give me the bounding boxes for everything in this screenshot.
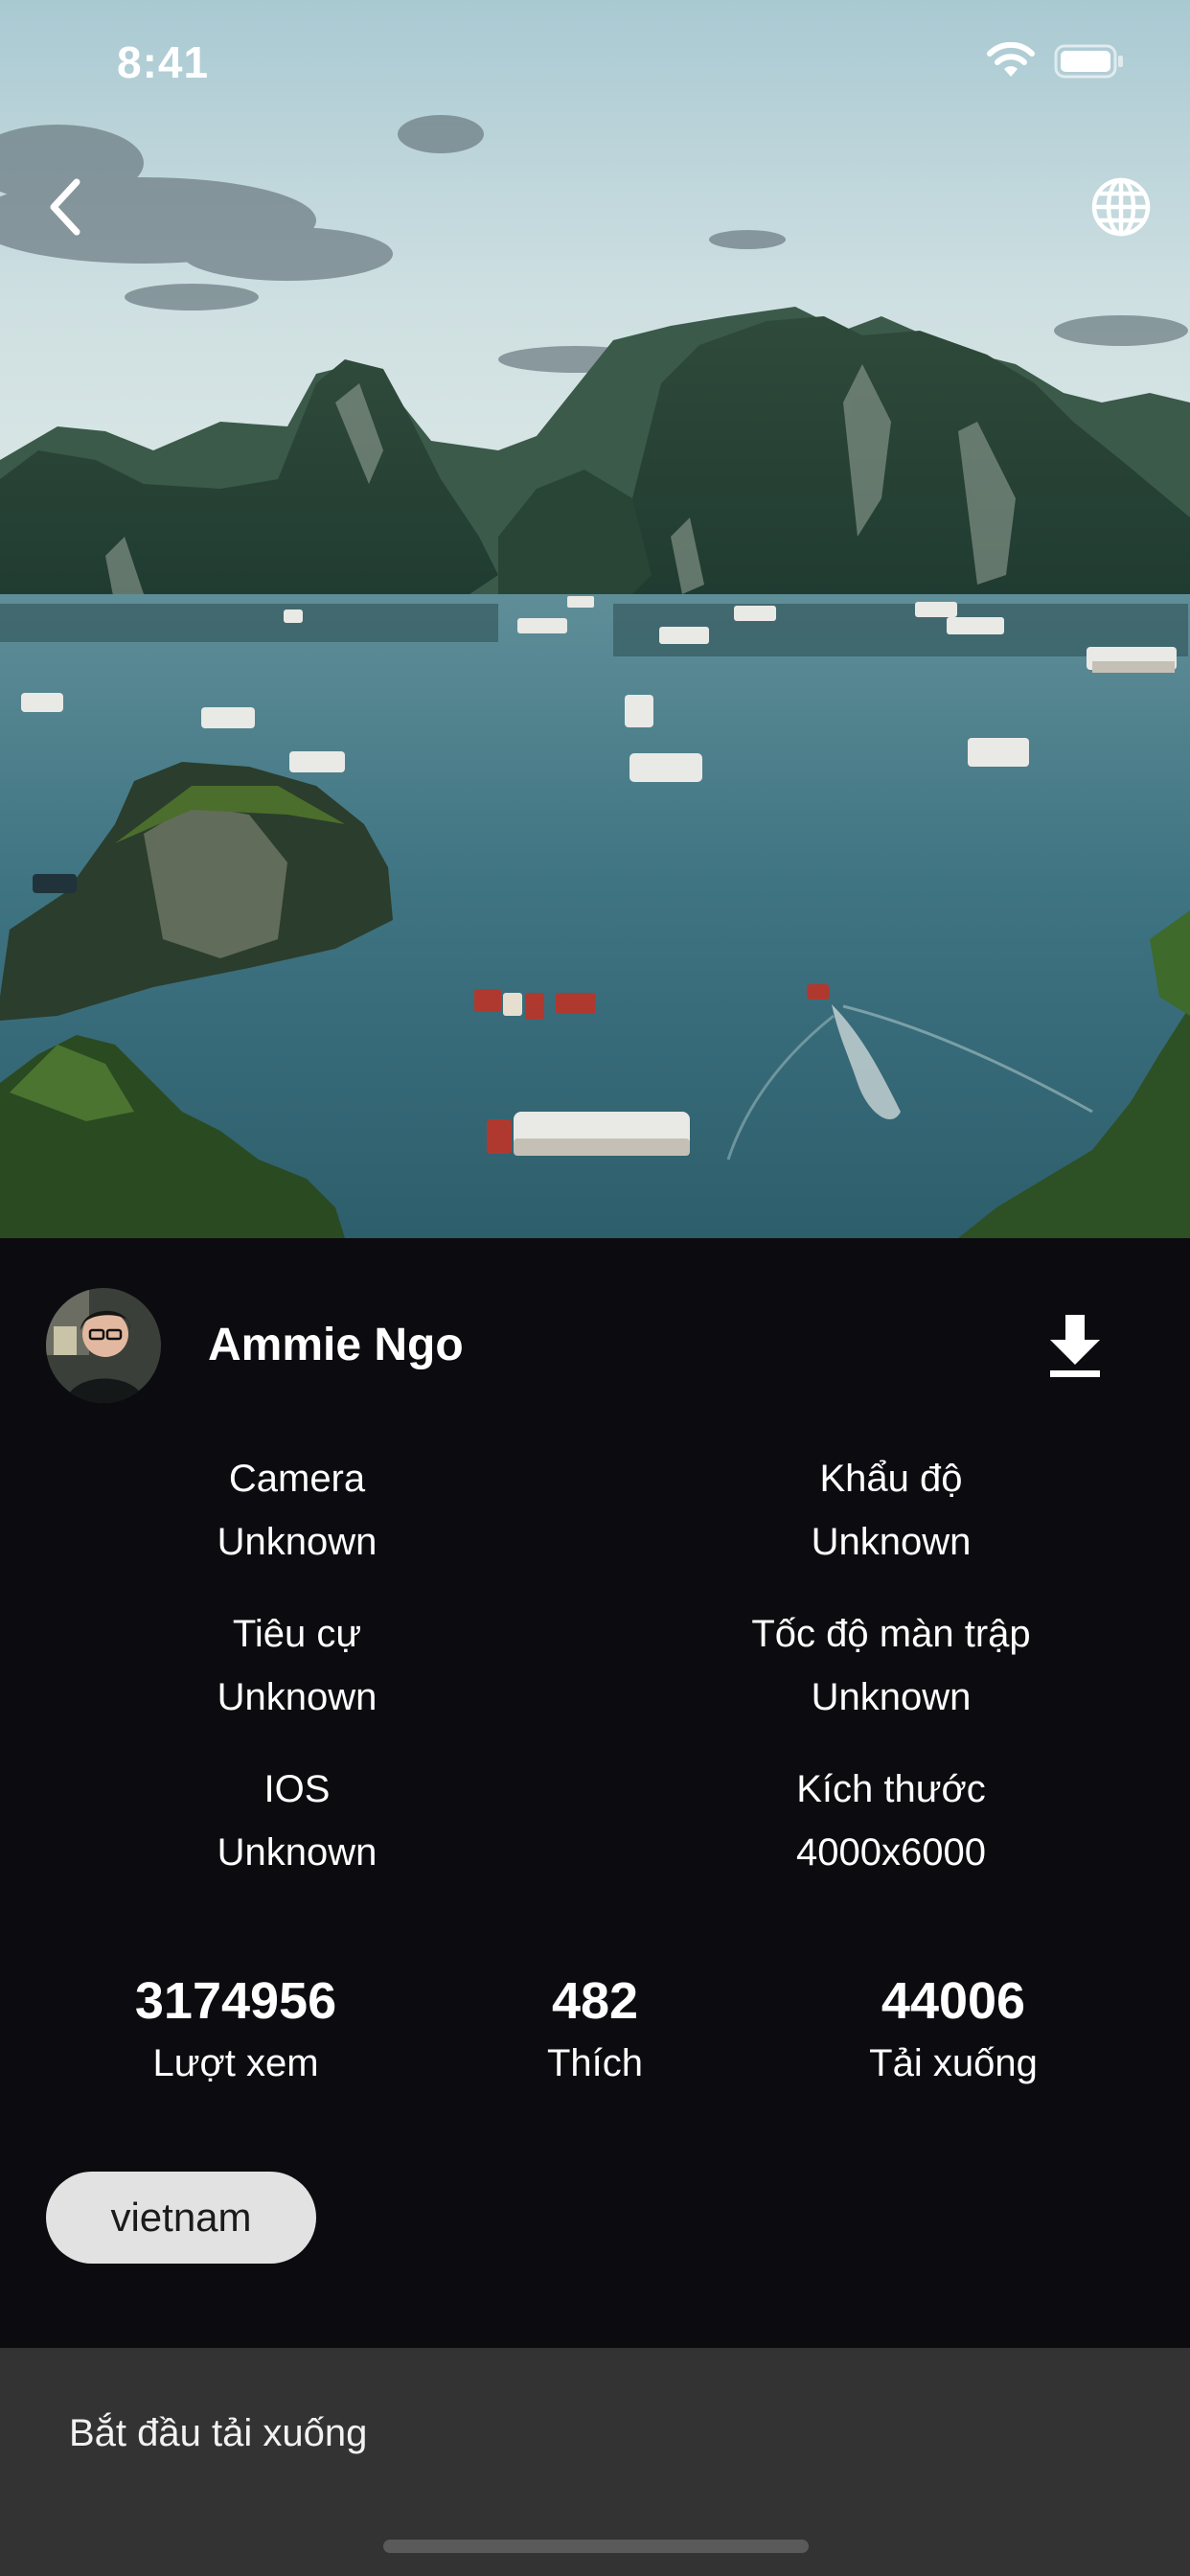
globe-icon[interactable] — [1088, 174, 1154, 240]
stat-value: 482 — [551, 1972, 639, 2030]
photo-info-panel: Ammie Ngo Camera Unknown Khẩu độ Unknown… — [0, 1238, 1190, 2348]
stat-views: 3174956 Lượt xem — [54, 1968, 418, 2093]
snackbar-message: Bắt đầu tải xuống — [69, 2412, 368, 2454]
author-row: Ammie Ngo — [0, 1288, 1190, 1407]
home-indicator[interactable] — [383, 2540, 809, 2553]
photo-detail-screen: 8:41 Ammie Ngo Camera Unknown Khẩu độ Un… — [0, 0, 1190, 2576]
status-time: 8:41 — [117, 37, 210, 87]
stat-value: 44006 — [881, 1972, 1026, 2030]
author-avatar-image — [46, 1288, 161, 1403]
stat-value: 3174956 — [134, 1972, 337, 2030]
status-bar: 8:41 — [0, 0, 1190, 128]
stat-label: Tải xuống — [869, 2042, 1038, 2084]
meta-value: Unknown — [217, 1676, 378, 1718]
snackbar: Bắt đầu tải xuống — [0, 2348, 1190, 2576]
halong-bay-photo — [0, 0, 1190, 1238]
meta-dimensions: Kích thước 4000x6000 — [623, 1758, 1159, 1884]
meta-label: Kích thước — [796, 1768, 986, 1810]
tag-chip-vietnam[interactable]: vietnam — [46, 2172, 316, 2264]
stat-label: Lượt xem — [152, 2042, 319, 2084]
meta-label: Khẩu độ — [819, 1458, 963, 1500]
photo-hero[interactable] — [0, 0, 1190, 1238]
meta-value: Unknown — [217, 1521, 378, 1563]
meta-value: Unknown — [811, 1676, 972, 1718]
download-icon[interactable] — [1044, 1311, 1106, 1380]
meta-focal-length: Tiêu cự Unknown — [29, 1602, 565, 1729]
meta-value: Unknown — [811, 1521, 972, 1563]
meta-label: Tốc độ màn trập — [751, 1613, 1031, 1655]
meta-label: Tiêu cự — [232, 1613, 362, 1655]
battery-icon — [1054, 44, 1123, 79]
author-name[interactable]: Ammie Ngo — [208, 1317, 464, 1374]
meta-aperture: Khẩu độ Unknown — [623, 1447, 1159, 1574]
meta-label: IOS — [263, 1768, 331, 1810]
meta-value: Unknown — [217, 1831, 378, 1874]
avatar[interactable] — [46, 1288, 161, 1403]
wifi-icon — [987, 42, 1035, 77]
stat-likes: 482 Thích — [413, 1968, 777, 2093]
meta-camera: Camera Unknown — [29, 1447, 565, 1574]
back-button[interactable] — [34, 169, 96, 245]
stat-downloads: 44006 Tải xuống — [771, 1968, 1135, 2093]
meta-shutter-speed: Tốc độ màn trập Unknown — [623, 1602, 1159, 1729]
meta-iso: IOS Unknown — [29, 1758, 565, 1884]
meta-value: 4000x6000 — [796, 1831, 986, 1874]
chevron-left-icon — [50, 178, 80, 236]
meta-label: Camera — [228, 1458, 366, 1500]
stat-label: Thích — [546, 2042, 644, 2084]
